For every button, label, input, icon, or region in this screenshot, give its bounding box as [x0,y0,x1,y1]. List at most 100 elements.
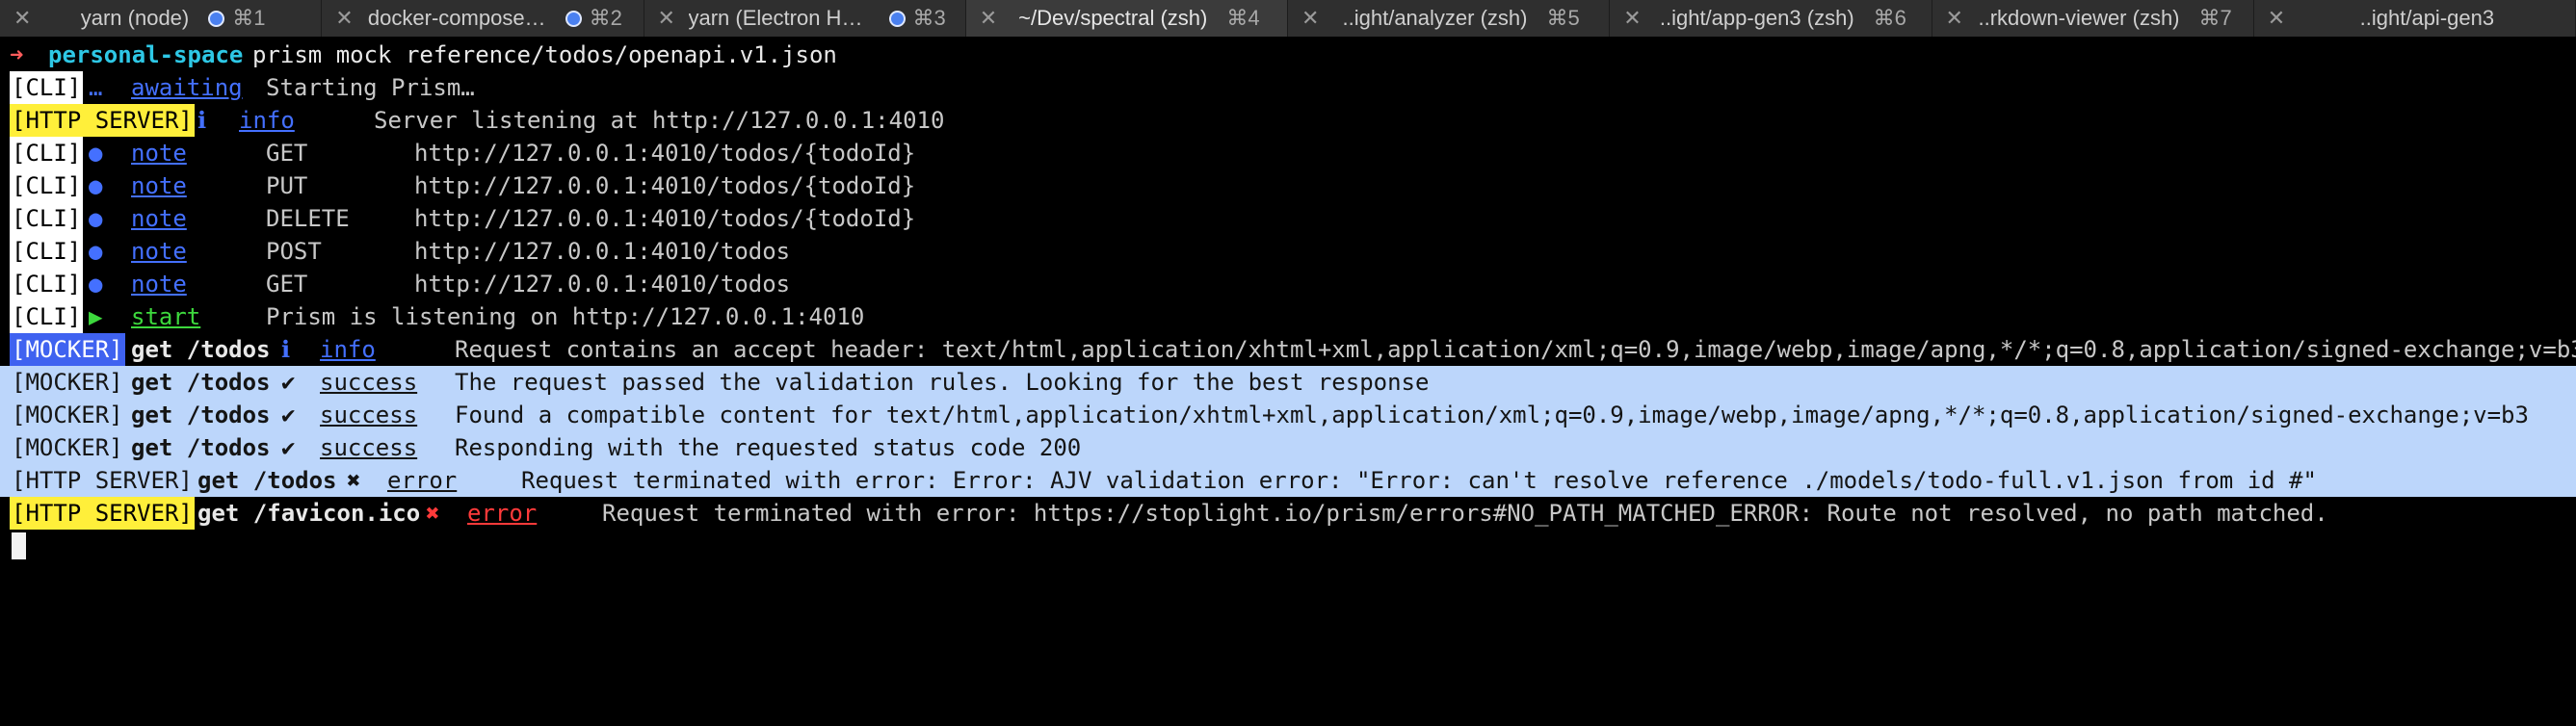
tab-close-icon[interactable]: ✕ [335,6,353,31]
tab-close-icon[interactable]: ✕ [13,6,31,31]
request-route: get /todos [131,434,271,461]
activity-dot-icon [565,10,582,27]
request-route: get /todos [131,336,271,363]
note-icon: ● [89,238,103,265]
log-level: info [320,336,376,363]
tab-1[interactable]: ✕ yarn (node) ⌘1 [0,0,323,37]
tab-meta: ⌘7 [2199,6,2232,31]
log-level: note [131,140,187,167]
tab-4[interactable]: ✕ ~/Dev/spectral (zsh) ⌘4 [965,0,1288,37]
log-line-selected: [MOCKER] get /todos ✔ success Found a co… [0,399,2576,431]
success-icon: ✔ [281,402,296,428]
log-message: The request passed the validation rules.… [455,369,1430,396]
http-method: PUT [266,172,308,199]
log-level: info [239,107,295,134]
log-level: note [131,271,187,298]
tab-close-icon[interactable]: ✕ [980,6,997,31]
request-route: get /todos [197,467,337,494]
log-level: note [131,172,187,199]
tab-close-icon[interactable]: ✕ [658,6,675,31]
start-icon: ▶ [89,303,103,330]
tab-shortcut: ⌘4 [1226,6,1260,30]
log-level: error [387,467,458,494]
log-level: success [320,434,418,461]
activity-dot-icon [208,10,225,27]
tab-meta: ⌘3 [888,6,946,31]
tab-6[interactable]: ✕ ..ight/app-gen3 (zsh) ⌘6 [1610,0,1932,37]
log-level: start [131,303,201,330]
tab-title: ~/Dev/spectral (zsh) [1018,6,1208,30]
input-line[interactable] [0,530,2576,562]
info-icon: ℹ [281,336,291,363]
log-tag-http-server: [HTTP SERVER] [12,467,193,494]
tab-title: ..rkdown-viewer (zsh) [1978,6,2180,30]
info-icon: ℹ [197,107,207,134]
request-route: get /todos [131,402,271,428]
log-tag-mocker: [MOCKER] [10,333,125,366]
route-url: http://127.0.0.1:4010/todos/{todoId} [414,140,916,167]
log-line: [CLI] … awaiting Starting Prism… [0,71,2576,104]
awaiting-icon: … [89,74,103,101]
log-tag-mocker: [MOCKER] [12,369,123,396]
tab-close-icon[interactable]: ✕ [1946,6,1963,31]
log-line-selected: [MOCKER] get /todos ✔ success The reques… [0,366,2576,399]
error-icon: ✖ [426,500,440,527]
tab-close-icon[interactable]: ✕ [2268,6,2285,31]
http-method: GET [266,140,308,167]
tab-5[interactable]: ✕ ..ight/analyzer (zsh) ⌘5 [1288,0,1611,37]
note-icon: ● [89,172,103,199]
log-message: Request terminated with error: https://s… [602,500,2328,527]
log-line: [HTTP SERVER] get /favicon.ico ✖ error R… [0,497,2576,530]
tab-shortcut: ⌘6 [1873,6,1906,30]
tab-title: docker-compose… [367,6,546,30]
prompt-line: ➜ personal-space prism mock reference/to… [0,39,2576,71]
activity-dot-icon [888,10,906,27]
route-url: http://127.0.0.1:4010/todos/{todoId} [414,172,916,199]
log-level: success [320,402,418,428]
log-tag-cli: [CLI] [10,300,84,333]
log-message: Responding with the requested status cod… [455,434,1082,461]
http-method: DELETE [266,205,350,232]
log-level: error [467,500,538,527]
tab-close-icon[interactable]: ✕ [1301,6,1319,31]
log-line: [CLI] ● note DELETE http://127.0.0.1:401… [0,202,2576,235]
tab-meta: ⌘4 [1226,6,1259,31]
tab-7[interactable]: ✕ ..rkdown-viewer (zsh) ⌘7 [1932,0,2254,37]
tab-8[interactable]: ✕ ..ight/api-gen3 [2253,0,2576,37]
tab-shortcut: ⌘1 [232,6,266,30]
log-tag-cli: [CLI] [10,202,84,235]
tab-meta: ⌘2 [565,6,622,31]
log-line: [HTTP SERVER] ℹ info Server listening at… [0,104,2576,137]
tab-shortcut: ⌘3 [912,6,946,30]
log-line: [CLI] ● note GET http://127.0.0.1:4010/t… [0,137,2576,169]
log-line-selected: [MOCKER] get /todos ✔ success Responding… [0,431,2576,464]
log-line-selected: [HTTP SERVER] get /todos ✖ error Request… [0,464,2576,497]
log-level: note [131,205,187,232]
log-tag-http-server: [HTTP SERVER] [10,497,195,530]
terminal-cursor [12,532,26,559]
log-tag-cli: [CLI] [10,235,84,268]
success-icon: ✔ [281,369,296,396]
log-tag-cli: [CLI] [10,137,84,169]
log-tag-mocker: [MOCKER] [12,434,123,461]
log-line: [CLI] ● note POST http://127.0.0.1:4010/… [0,235,2576,268]
route-url: http://127.0.0.1:4010/todos [414,238,791,265]
log-tag-http-server: [HTTP SERVER] [10,104,195,137]
tab-meta: ⌘5 [1546,6,1579,31]
request-route: get /todos [131,369,271,396]
note-icon: ● [89,205,103,232]
tab-3[interactable]: ✕ yarn (Electron Hel… ⌘3 [644,0,966,37]
prompt-directory: personal-space [48,41,244,68]
tab-close-icon[interactable]: ✕ [1623,6,1641,31]
log-line: [CLI] ● note PUT http://127.0.0.1:4010/t… [0,169,2576,202]
tab-shortcut: ⌘5 [1546,6,1580,30]
terminal-output[interactable]: ➜ personal-space prism mock reference/to… [0,37,2576,572]
log-message: Server listening at http://127.0.0.1:401… [374,107,945,134]
prompt-arrow-icon: ➜ [10,41,24,68]
request-route: get /favicon.ico [197,500,421,527]
log-tag-cli: [CLI] [10,169,84,202]
note-icon: ● [89,271,103,298]
tab-meta: ⌘6 [1874,6,1906,31]
tab-2[interactable]: ✕ docker-compose… ⌘2 [322,0,644,37]
tab-title: ..ight/analyzer (zsh) [1342,6,1528,30]
